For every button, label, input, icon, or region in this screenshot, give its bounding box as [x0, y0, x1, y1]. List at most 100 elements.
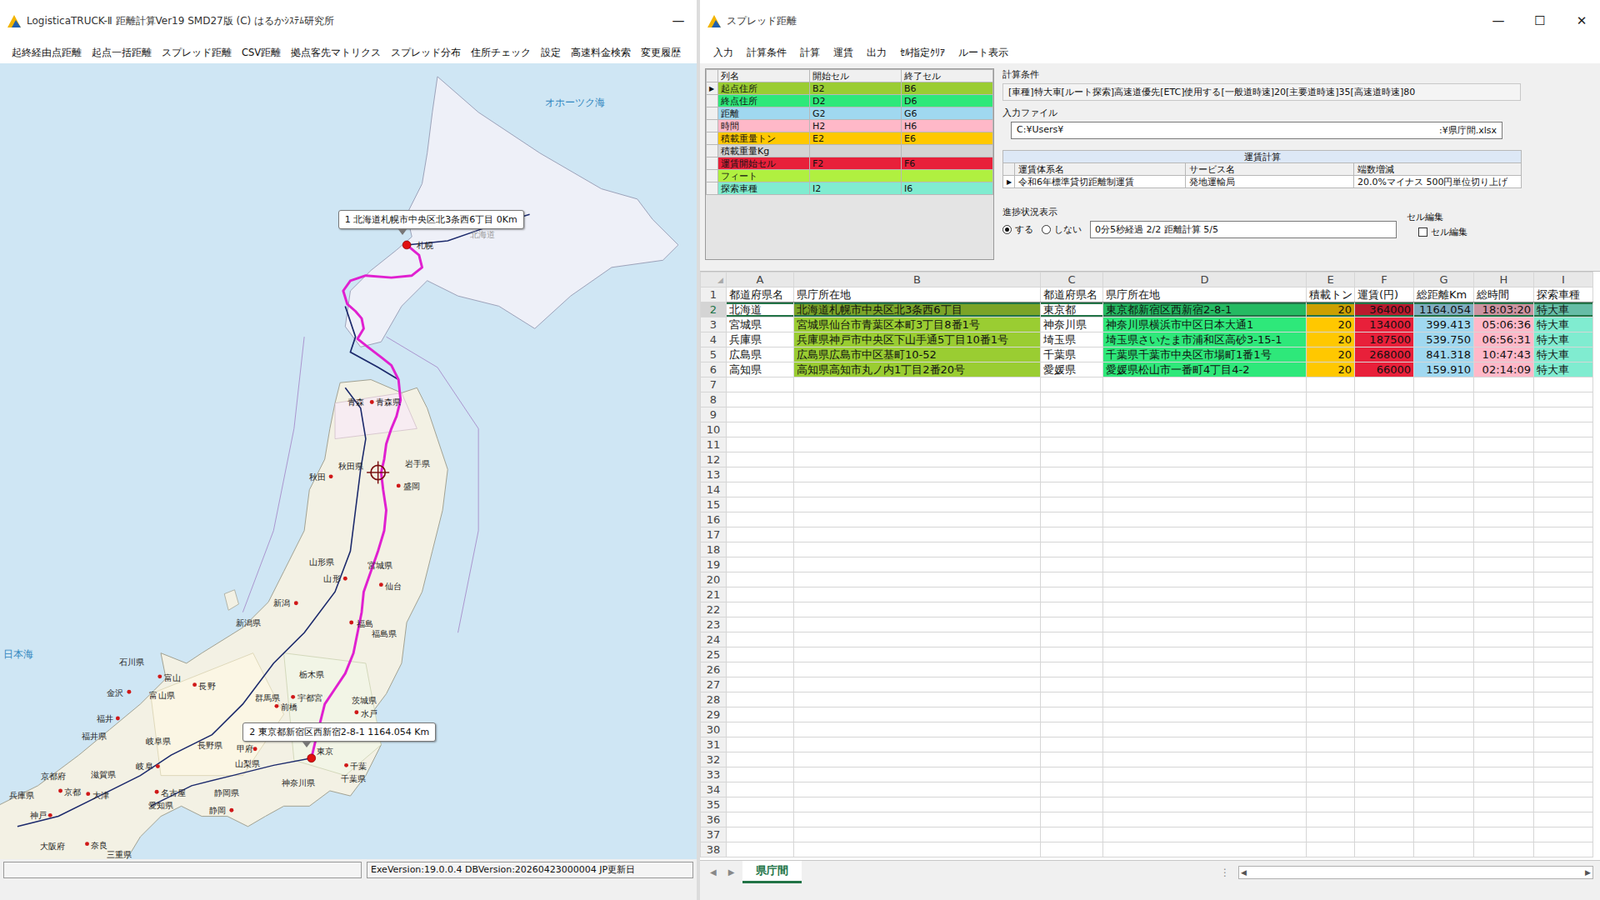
- column-map-cell[interactable]: [810, 145, 902, 158]
- sheet-cell[interactable]: [1355, 482, 1415, 498]
- sheet-cell[interactable]: [1474, 842, 1535, 858]
- sheet-cell[interactable]: [1306, 617, 1355, 633]
- sheet-cell[interactable]: [1355, 617, 1415, 633]
- sheet-cell[interactable]: [726, 602, 795, 618]
- sheet-row[interactable]: 17: [700, 527, 1594, 543]
- menu-item[interactable]: 拠点客先マトリクス: [285, 45, 386, 61]
- sheet-cell[interactable]: [794, 602, 1041, 618]
- sheet-cell[interactable]: [1534, 797, 1594, 813]
- column-map-cell[interactable]: B2: [810, 82, 902, 95]
- sheet-cell[interactable]: [1355, 437, 1415, 453]
- select-all-icon[interactable]: ◢: [700, 272, 727, 288]
- sheet-cell[interactable]: [726, 377, 795, 393]
- sheet-cell[interactable]: [1355, 737, 1415, 753]
- column-map-cell[interactable]: H6: [901, 120, 994, 133]
- sheet-cell[interactable]: [726, 542, 795, 558]
- input-file-field[interactable]: C:¥Users¥:¥県庁間.xlsx: [1010, 121, 1503, 140]
- column-map-cell[interactable]: [901, 145, 994, 158]
- sheet-cell[interactable]: [1103, 482, 1307, 498]
- sheet-cell[interactable]: [1355, 497, 1415, 513]
- sheet-cell[interactable]: [1355, 422, 1415, 438]
- sheet-cell[interactable]: [1040, 422, 1104, 438]
- sheet-row[interactable]: 30: [700, 722, 1594, 738]
- sheet-cell[interactable]: [1414, 737, 1475, 753]
- sheet-cell[interactable]: [1040, 452, 1104, 468]
- sheet-cell[interactable]: [794, 662, 1041, 678]
- sheet-cell[interactable]: [1414, 392, 1475, 408]
- sheet-cell[interactable]: [1040, 827, 1104, 843]
- sheet-cell[interactable]: [1306, 407, 1355, 423]
- sheet-cell[interactable]: [1103, 452, 1307, 468]
- column-map-cell[interactable]: G6: [901, 107, 994, 120]
- sheet-row[interactable]: 6高知県高知県高知市丸ノ内1丁目2番20号愛媛県愛媛県松山市一番町4丁目4-22…: [700, 362, 1594, 378]
- sheet-cell[interactable]: [1040, 527, 1104, 543]
- column-map-cell[interactable]: G2: [810, 107, 902, 120]
- sheet-cell[interactable]: [726, 497, 795, 513]
- sheet-cell[interactable]: [1306, 392, 1355, 408]
- sheet-cell[interactable]: [794, 407, 1041, 423]
- sheet-cell[interactable]: [1040, 542, 1104, 558]
- sheet-cell[interactable]: 埼玉県さいたま市浦和区高砂3-15-1: [1103, 332, 1307, 348]
- column-header[interactable]: H: [1474, 272, 1535, 288]
- sheet-cell[interactable]: [1040, 497, 1104, 513]
- column-map-row[interactable]: 積載重量Kg: [706, 145, 994, 158]
- sheet-cell[interactable]: 宮城県: [726, 317, 795, 333]
- column-map-cell[interactable]: 距離: [718, 107, 810, 120]
- sheet-cell[interactable]: [1355, 797, 1415, 813]
- row-number[interactable]: 1: [700, 287, 727, 303]
- sheet-cell[interactable]: [1306, 662, 1355, 678]
- column-map-cell[interactable]: F6: [901, 157, 994, 170]
- sheet-cell[interactable]: [1414, 812, 1475, 828]
- sheet-cell[interactable]: 06:56:31: [1474, 332, 1535, 348]
- column-map-row[interactable]: 距離G2G6: [706, 107, 994, 120]
- sheet-cell[interactable]: [1306, 512, 1355, 528]
- sheet-cell[interactable]: [1474, 827, 1535, 843]
- sheet-cell[interactable]: [1474, 812, 1535, 828]
- sheet-cell[interactable]: [1306, 782, 1355, 798]
- sheet-cell[interactable]: 神奈川県: [1040, 317, 1104, 333]
- sheet-cell[interactable]: [1474, 557, 1535, 573]
- sheet-cell[interactable]: 05:06:36: [1474, 317, 1535, 333]
- sheet-cell[interactable]: [1306, 722, 1355, 738]
- sheet-cell[interactable]: [726, 392, 795, 408]
- sheet-row[interactable]: 29: [700, 707, 1594, 723]
- sheet-cell[interactable]: [1414, 752, 1475, 768]
- sheet-cell[interactable]: 20: [1306, 347, 1355, 363]
- sheet-row[interactable]: 8: [700, 392, 1594, 408]
- sheet-cell[interactable]: [1534, 422, 1594, 438]
- sheet-cell[interactable]: [1474, 782, 1535, 798]
- row-number[interactable]: 10: [700, 422, 727, 438]
- sheet-cell[interactable]: [1474, 572, 1535, 588]
- sheet-cell[interactable]: [1414, 632, 1475, 648]
- sheet-cell[interactable]: 県庁所在地: [794, 287, 1041, 303]
- row-number[interactable]: 24: [700, 632, 727, 648]
- sheet-cell[interactable]: [726, 512, 795, 528]
- sheet-row[interactable]: 22: [700, 602, 1594, 618]
- sheet-cell[interactable]: [1306, 422, 1355, 438]
- sheet-cell[interactable]: [726, 692, 795, 708]
- column-map-cell[interactable]: 運賃開始セル: [718, 157, 810, 170]
- sheet-cell[interactable]: [1103, 812, 1307, 828]
- menu-item[interactable]: 変更履歴: [635, 45, 686, 61]
- sheet-cell[interactable]: [1474, 407, 1535, 423]
- column-header[interactable]: I: [1534, 272, 1594, 288]
- sheet-cell[interactable]: [1355, 692, 1415, 708]
- sheet-cell[interactable]: [1474, 512, 1535, 528]
- sheet-cell[interactable]: [726, 782, 795, 798]
- sheet-cell[interactable]: [1040, 707, 1104, 723]
- sheet-cell[interactable]: [1534, 842, 1594, 858]
- menu-item[interactable]: 設定: [535, 45, 566, 61]
- sheet-cell[interactable]: 県庁所在地: [1103, 287, 1307, 303]
- sheet-cell[interactable]: [1355, 557, 1415, 573]
- sheet-row[interactable]: 9: [700, 407, 1594, 423]
- row-number[interactable]: 35: [700, 797, 727, 813]
- sheet-cell[interactable]: [1040, 647, 1104, 663]
- sheet-cell[interactable]: [1103, 587, 1307, 603]
- column-map-cell[interactable]: H2: [810, 120, 902, 133]
- sheet-cell[interactable]: [1306, 692, 1355, 708]
- sheet-cell[interactable]: [1534, 707, 1594, 723]
- sheet-cell[interactable]: [1355, 812, 1415, 828]
- sheet-cell[interactable]: [1040, 587, 1104, 603]
- sheet-cell[interactable]: [1534, 632, 1594, 648]
- sheet-cell[interactable]: [1534, 497, 1594, 513]
